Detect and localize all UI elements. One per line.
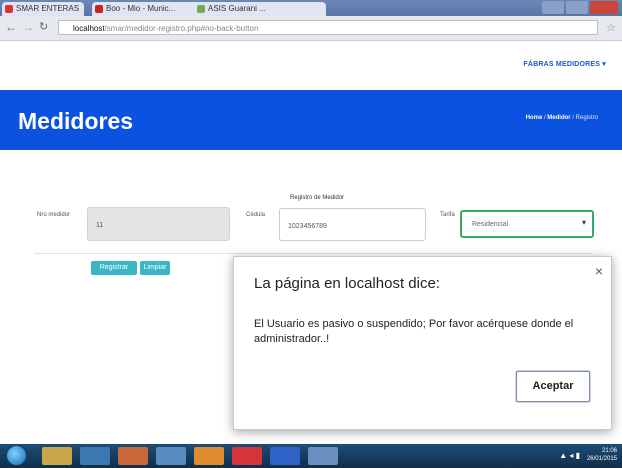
tarifa-selected-value: Residencial — [472, 221, 509, 228]
tab-second[interactable]: Boo - Mio - Munic... — [92, 2, 202, 16]
new-tab-button[interactable] — [296, 2, 326, 16]
top-nav-link[interactable]: FÁBRAS MEDIDORES ▾ — [523, 60, 606, 68]
dropdown-caret-icon: ▾ — [602, 61, 606, 68]
file-explorer-icon[interactable] — [42, 447, 72, 465]
breadcrumb-registro: Registro — [575, 115, 598, 121]
cedula-input[interactable]: 1023456789 — [279, 208, 426, 241]
close-icon[interactable]: × — [595, 263, 603, 279]
tarifa-label: Tarifa — [440, 212, 455, 218]
tab-smar[interactable]: SMAR ENTERAS — [2, 2, 84, 16]
window-minimize-button[interactable] — [542, 1, 564, 14]
forward-arrow-icon[interactable]: → — [22, 20, 34, 34]
address-bar[interactable]: localhost/smar/medidor-registro.php#no-b… — [58, 20, 598, 35]
app-icon[interactable] — [156, 447, 186, 465]
window-maximize-button[interactable] — [566, 1, 588, 14]
cedula-label: Cédula — [246, 212, 266, 218]
divider — [34, 253, 592, 254]
tab-favicon-icon — [197, 5, 205, 13]
clear-button[interactable]: Limpiar — [140, 261, 170, 275]
app-icon[interactable] — [232, 447, 262, 465]
breadcrumb-home[interactable]: Home — [526, 115, 543, 121]
bookmark-star-icon[interactable]: ☆ — [606, 21, 616, 34]
breadcrumb: Home / Medidor / Registro — [525, 115, 598, 121]
breadcrumb-medidor[interactable]: Medidor — [547, 115, 570, 121]
taskbar: ▲ ◂ ▮ 21:06 26/01/2015 — [0, 444, 622, 468]
reload-icon[interactable]: ↻ — [39, 20, 48, 33]
url-path: /smar/medidor-registro.php#no-back-butto… — [104, 24, 259, 33]
clock[interactable]: 21:06 26/01/2015 — [587, 447, 617, 463]
start-button[interactable] — [6, 445, 27, 466]
tab-favicon-icon — [95, 5, 103, 13]
register-button[interactable]: Registrar — [91, 261, 137, 275]
numero-medidor-input[interactable]: 11 — [87, 207, 230, 241]
back-arrow-icon[interactable]: ← — [5, 20, 17, 34]
tab-third[interactable]: ASIS Guarani ... — [194, 2, 304, 16]
numero-label: Nro medidor — [37, 212, 71, 218]
word-icon[interactable] — [270, 447, 300, 465]
app-icon[interactable] — [194, 447, 224, 465]
dialog-message: El Usuario es pasivo o suspendido; Por f… — [254, 318, 574, 345]
tab-favicon-icon — [5, 5, 13, 13]
window-close-button[interactable] — [590, 1, 618, 14]
system-tray-icons[interactable]: ▲ ◂ ▮ — [559, 451, 580, 460]
app-icon[interactable] — [80, 447, 110, 465]
app-icon[interactable] — [308, 447, 338, 465]
alert-dialog: × La página en localhost dice: El Usuari… — [233, 256, 612, 430]
accept-button[interactable]: Aceptar — [516, 371, 590, 402]
form-title: Registro de Medidor — [290, 195, 345, 201]
page-title: Medidores — [18, 108, 134, 134]
chevron-down-icon: ▾ — [581, 218, 586, 227]
browser-icon[interactable] — [118, 447, 148, 465]
dialog-title: La página en localhost dice: — [254, 275, 440, 292]
tab-strip: SMAR ENTERAS Boo - Mio - Munic... ASIS G… — [0, 0, 622, 16]
url-host: localhost — [73, 24, 105, 33]
tarifa-select[interactable]: Residencial ▾ — [460, 210, 594, 238]
